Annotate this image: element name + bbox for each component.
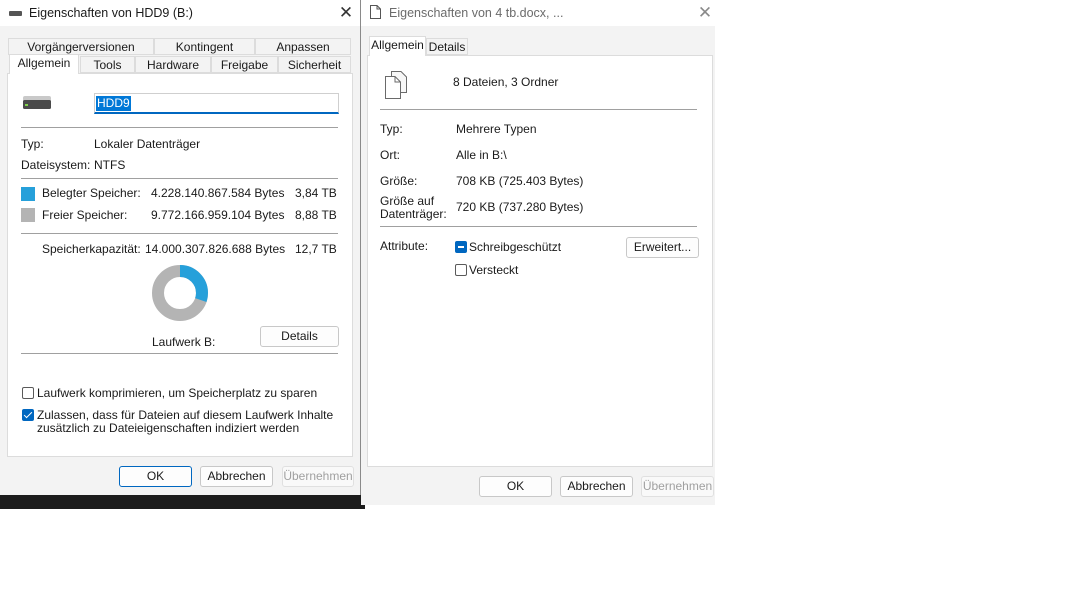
location-label: Ort: <box>380 148 400 162</box>
location-value: Alle in B:\ <box>456 148 507 162</box>
disk-size-label-line1: Größe auf <box>380 194 435 208</box>
index-label-line1: Zulassen, dass für Dateien auf diesem La… <box>37 408 334 422</box>
used-space-swatch <box>21 187 35 201</box>
type-label: Typ: <box>380 122 403 136</box>
close-button[interactable]: ✕ <box>335 2 357 24</box>
free-space-short: 8,88 TB <box>295 208 337 222</box>
usage-donut-chart <box>150 263 210 323</box>
title-bar[interactable]: Eigenschaften von 4 tb.docx, ... ✕ <box>361 0 715 26</box>
window-title: Eigenschaften von 4 tb.docx, ... <box>389 6 564 20</box>
selection-summary: 8 Dateien, 3 Ordner <box>453 75 559 89</box>
filesystem-label: Dateisystem: <box>21 158 91 172</box>
capacity-bytes: 14.000.307.826.688 Bytes <box>145 242 286 256</box>
cancel-button[interactable]: Abbrechen <box>200 466 273 487</box>
general-tab-panel <box>367 55 713 467</box>
tab-tools[interactable]: Tools <box>80 56 135 73</box>
tab-customize[interactable]: Anpassen <box>255 38 351 55</box>
title-bar[interactable]: Eigenschaften von HDD9 (B:) ✕ <box>0 0 360 26</box>
capacity-short: 12,7 TB <box>295 242 337 256</box>
divider <box>380 109 697 110</box>
used-space-short: 3,84 TB <box>295 186 337 200</box>
hidden-checkbox[interactable] <box>455 264 467 276</box>
drive-properties-dialog: Eigenschaften von HDD9 (B:) ✕ Vorgängerv… <box>0 0 361 495</box>
multiple-files-icon <box>385 71 409 99</box>
divider <box>21 127 338 128</box>
ok-button[interactable]: OK <box>119 466 192 487</box>
apply-button[interactable]: Übernehmen <box>282 466 354 487</box>
drive-icon <box>9 11 22 16</box>
tab-previous-versions[interactable]: Vorgängerversionen <box>8 38 154 55</box>
close-button[interactable]: ✕ <box>694 2 716 24</box>
compress-label: Laufwerk komprimieren, um Speicherplatz … <box>37 386 318 400</box>
taskbar-strip <box>0 495 365 509</box>
tab-details[interactable]: Details <box>426 38 468 55</box>
disk-size-value: 720 KB (737.280 Bytes) <box>456 200 584 214</box>
size-label: Größe: <box>380 174 418 188</box>
tab-quota[interactable]: Kontingent <box>154 38 255 55</box>
divider <box>21 233 338 234</box>
readonly-label: Schreibgeschützt <box>469 240 562 254</box>
tab-general[interactable]: Allgemein <box>369 36 426 56</box>
details-button[interactable]: Details <box>260 326 339 347</box>
file-properties-dialog: Eigenschaften von 4 tb.docx, ... ✕ Allge… <box>361 0 715 505</box>
tab-general[interactable]: Allgemein <box>9 54 79 74</box>
filesystem-value: NTFS <box>94 158 126 172</box>
divider <box>21 178 338 179</box>
drive-name-text: HDD9 <box>96 96 131 111</box>
capacity-label: Speicherkapazität: <box>42 242 141 256</box>
index-checkbox[interactable] <box>22 409 34 421</box>
tab-sharing[interactable]: Freigabe <box>211 56 278 73</box>
tab-security[interactable]: Sicherheit <box>278 56 351 73</box>
drive-letter-label: Laufwerk B: <box>152 335 216 349</box>
type-label: Typ: <box>21 137 44 151</box>
used-space-bytes: 4.228.140.867.584 Bytes <box>151 186 285 200</box>
compress-checkbox[interactable] <box>22 387 34 399</box>
hard-drive-icon <box>23 96 51 110</box>
advanced-button[interactable]: Erweitert... <box>626 237 699 258</box>
type-value: Lokaler Datenträger <box>94 137 201 151</box>
divider <box>380 226 697 227</box>
size-value: 708 KB (725.403 Bytes) <box>456 174 584 188</box>
free-space-bytes: 9.772.166.959.104 Bytes <box>151 208 285 222</box>
drive-name-input[interactable]: HDD9 <box>94 93 339 114</box>
type-value: Mehrere Typen <box>456 122 537 136</box>
window-title: Eigenschaften von HDD9 (B:) <box>29 6 193 20</box>
index-label-line2: zusätzlich zu Dateieigenschaften indizie… <box>37 421 300 435</box>
document-icon <box>370 5 381 19</box>
divider <box>21 353 338 354</box>
hidden-label: Versteckt <box>469 263 519 277</box>
free-space-label: Freier Speicher: <box>42 208 128 222</box>
disk-size-label-line2: Datenträger: <box>380 207 447 221</box>
ok-button[interactable]: OK <box>479 476 552 497</box>
free-space-swatch <box>21 208 35 222</box>
tab-hardware[interactable]: Hardware <box>135 56 211 73</box>
used-space-label: Belegter Speicher: <box>42 186 141 200</box>
readonly-checkbox[interactable] <box>455 241 467 253</box>
cancel-button[interactable]: Abbrechen <box>560 476 633 497</box>
attributes-label: Attribute: <box>380 239 429 253</box>
apply-button[interactable]: Übernehmen <box>641 476 714 497</box>
